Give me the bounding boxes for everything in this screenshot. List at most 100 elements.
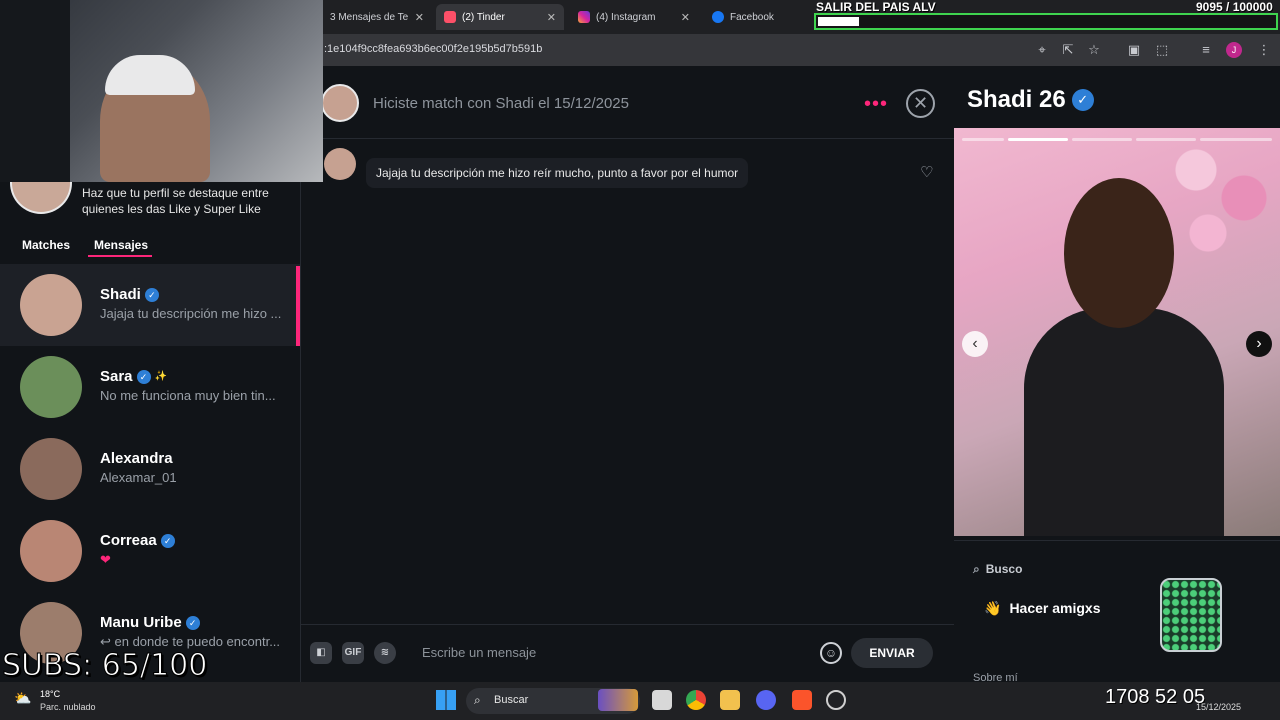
taskbar-date[interactable]: 15/12/2025 [1196, 702, 1241, 712]
active-tab-underline [88, 255, 152, 257]
sparkle-icon: ✨ [154, 371, 167, 382]
conversation-name: Sara [100, 368, 133, 385]
match-info-title: Hiciste match con Shadi el 15/12/2025 [373, 95, 629, 112]
photo-balloons [1160, 128, 1280, 268]
conversation-name-row: Shadi ✓ [100, 286, 159, 303]
media-controls-icon[interactable]: ≡ [1198, 42, 1214, 58]
screenshot-icon[interactable]: ▣ [1126, 42, 1142, 58]
conversation-sara[interactable]: Sara ✓ ✨ No me funciona muy bien tin... [0, 346, 300, 428]
verified-check-icon: ✓ [185, 615, 200, 630]
profile-name-age: Shadi 26 [967, 86, 1066, 113]
profile-divider [954, 540, 1280, 541]
donation-goal-count: 9095 / 100000 [1196, 0, 1273, 14]
conversation-name-row: Sara ✓ ✨ [100, 368, 167, 385]
profile-photo [954, 128, 1280, 536]
like-message-heart-icon[interactable]: ♡ [920, 163, 933, 181]
sticker-icon[interactable]: ◧ [310, 642, 332, 664]
location-icon[interactable]: ⌖ [1034, 42, 1050, 58]
verified-check-icon: ✓ [1071, 89, 1094, 111]
verified-check-icon: ✓ [144, 287, 159, 302]
instagram-icon [578, 11, 590, 23]
brave-icon[interactable] [792, 690, 812, 710]
conversation-name: Correaa [100, 532, 157, 549]
promo-text: Haz que tu perfil se destaque entre quie… [82, 186, 269, 216]
waving-hand-icon: 👋 [984, 600, 1002, 616]
extensions-icon[interactable]: ⬚ [1154, 42, 1170, 58]
url-text[interactable]: :1e104f9cc8fea693b6ec00f2e195b5d7b591b [324, 43, 542, 55]
stream-clock: 1708 52 05 [1105, 686, 1206, 708]
close-chat-icon[interactable]: ✕ [906, 89, 935, 118]
webcam-cap [105, 55, 195, 95]
message-input[interactable]: Escribe un mensaje [422, 645, 536, 660]
tab-instagram[interactable]: (4) Instagram ✕ [570, 4, 698, 30]
avatar [20, 356, 82, 418]
conversation-alexandra[interactable]: Alexandra Alexamar_01 [0, 428, 300, 510]
looking-for-value-text: Hacer amigxs [1009, 600, 1101, 616]
send-button[interactable]: ENVIAR [851, 638, 933, 668]
message-bubble: Jajaja tu descripción me hizo reír mucho… [366, 158, 749, 188]
tab-label: 3 Mensajes de Te [330, 11, 409, 23]
overlay-jar-image [1160, 578, 1222, 652]
conversation-shadi[interactable]: Shadi ✓ Jajaja tu descripción me hizo ... [0, 264, 300, 346]
windows-start-icon[interactable] [436, 690, 456, 710]
conversation-name-row: Alexandra [100, 450, 173, 467]
chat-header-avatar[interactable] [321, 84, 359, 122]
compose-divider [300, 624, 954, 625]
photo-figure-body [1024, 308, 1224, 536]
profile-avatar-icon[interactable]: J [1226, 42, 1242, 58]
verified-check-icon: ✓ [160, 533, 175, 548]
webcam-chair [0, 0, 70, 182]
emoji-icon[interactable]: ☺ [820, 642, 842, 664]
tab-label: (4) Instagram [596, 11, 656, 23]
tab-facebook[interactable]: Facebook [704, 4, 808, 30]
file-explorer-icon[interactable] [720, 690, 740, 710]
close-tab-icon[interactable]: ✕ [415, 11, 424, 24]
previous-photo-chevron-left-icon[interactable]: ‹ [962, 331, 988, 357]
task-view-icon[interactable] [652, 690, 672, 710]
gif-button[interactable]: GIF [342, 642, 364, 664]
avatar [20, 520, 82, 582]
tab-matches[interactable]: Matches [22, 238, 70, 252]
photo-progress-segment [962, 138, 1004, 141]
weather-temperature[interactable]: 18°C [40, 689, 60, 699]
verified-check-icon: ✓ [136, 369, 151, 384]
subs-goal-counter: SUBS: 65/100 [1, 648, 208, 684]
message-avatar [324, 148, 356, 180]
chrome-icon[interactable] [686, 690, 706, 710]
weather-cloud-sun-icon[interactable]: ⛅ [14, 690, 34, 708]
tab-label: (2) Tinder [462, 11, 505, 23]
search-icon: ⌕ [474, 693, 481, 707]
more-options-icon[interactable]: ••• [864, 93, 888, 116]
discord-icon[interactable] [756, 690, 776, 710]
close-tab-icon[interactable]: ✕ [547, 11, 556, 24]
search-highlight-image[interactable] [598, 689, 638, 711]
photo-progress-segment [1008, 138, 1068, 141]
close-tab-icon[interactable]: ✕ [681, 11, 690, 24]
bookmark-star-icon[interactable]: ☆ [1086, 42, 1102, 58]
tab-tinder[interactable]: (2) Tinder ✕ [436, 4, 564, 30]
tab-messages[interactable]: Mensajes [94, 238, 148, 252]
taskbar-search-label[interactable]: Buscar [494, 694, 528, 706]
facebook-icon [712, 11, 724, 23]
cast-icon[interactable]: ⇱ [1060, 42, 1076, 58]
weather-description[interactable]: Parc. nublado [40, 702, 96, 712]
more-menu-icon[interactable]: ⋮ [1256, 42, 1272, 58]
search-icon: ⌕ [973, 562, 980, 576]
tab-mensajes[interactable]: 3 Mensajes de Te ✕ [322, 4, 432, 30]
conversation-correaa[interactable]: Correaa ✓ ❤ [0, 510, 300, 592]
app-icon[interactable] [826, 690, 846, 710]
photo-progress-segment [1200, 138, 1272, 141]
conversation-preview: Jajaja tu descripción me hizo ... [100, 306, 282, 321]
donation-goal-title: SALIR DEL PAIS ALV [816, 0, 936, 14]
conversation-name-row: Manu Uribe ✓ [100, 614, 200, 631]
spotify-icon[interactable]: ≋ [374, 642, 396, 664]
avatar [20, 274, 82, 336]
photo-figure-head [1064, 178, 1174, 328]
conversation-name: Alexandra [100, 450, 173, 467]
donation-goal-fill [818, 17, 859, 26]
next-photo-chevron-right-icon[interactable]: › [1246, 331, 1272, 357]
photo-progress-segment [1136, 138, 1196, 141]
looking-for-label: ⌕ Busco [973, 562, 1022, 577]
conversation-preview: Alexamar_01 [100, 470, 177, 485]
looking-for-text: Busco [985, 562, 1023, 576]
